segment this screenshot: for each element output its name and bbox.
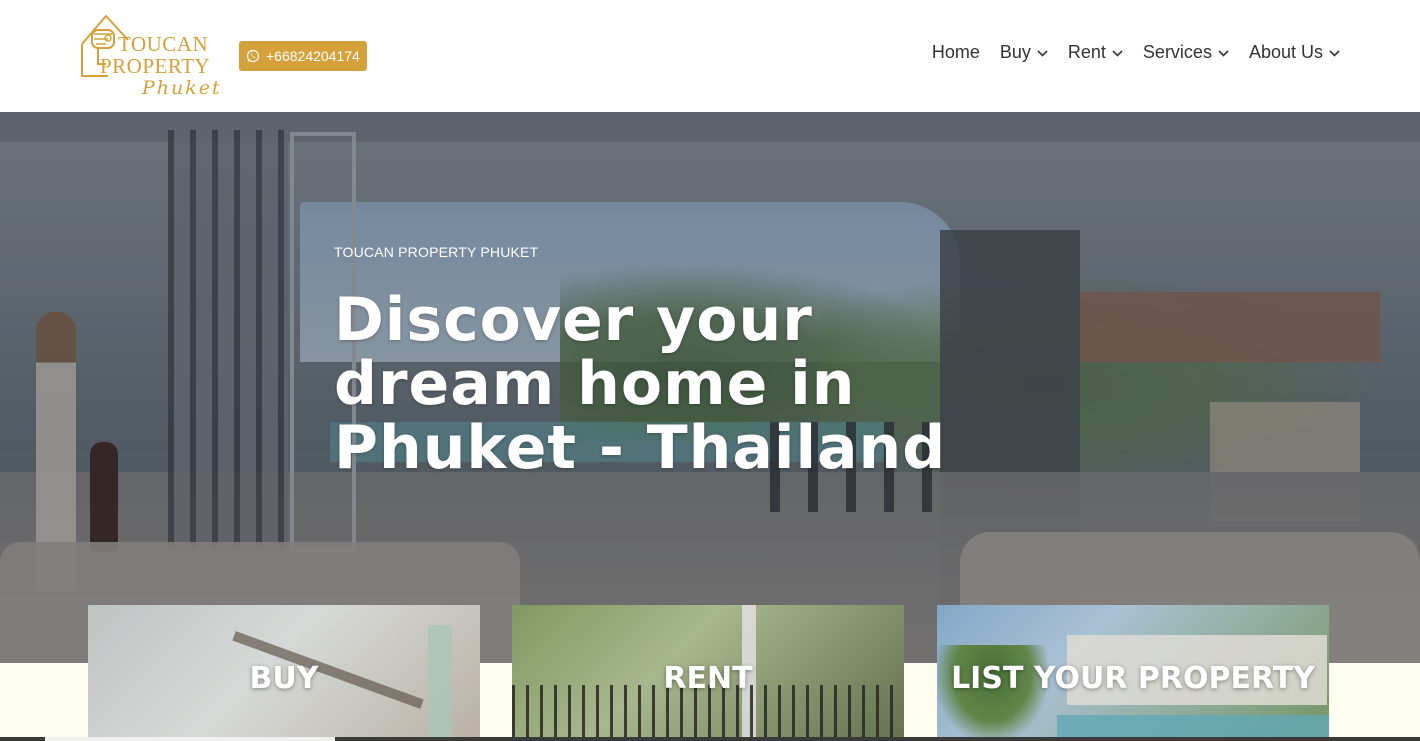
nav-item-about-us[interactable]: About Us bbox=[1249, 42, 1340, 63]
logo-text-property: PROPERTY bbox=[100, 54, 211, 78]
nav-item-label: About Us bbox=[1248, 42, 1323, 62]
whatsapp-phone-button[interactable]: +66824204174 bbox=[239, 41, 367, 71]
chevron-down-icon bbox=[1329, 50, 1340, 57]
nav-item-home[interactable]: Home bbox=[932, 42, 980, 63]
card-rent[interactable]: RENT bbox=[512, 605, 904, 741]
nav-item-label: Buy bbox=[999, 42, 1031, 62]
logo-text-phuket: Phuket bbox=[142, 77, 222, 99]
card-label: BUY bbox=[249, 661, 319, 696]
nav-item-services[interactable]: Services bbox=[1143, 42, 1229, 63]
nav-item-rent[interactable]: Rent bbox=[1068, 42, 1123, 63]
card-label: LIST YOUR PROPERTY bbox=[951, 661, 1315, 696]
bottom-strip bbox=[0, 737, 1420, 741]
chevron-down-icon bbox=[1112, 50, 1123, 57]
nav-item-label: Rent bbox=[1067, 42, 1106, 62]
nav-item-buy[interactable]: Buy bbox=[1000, 42, 1048, 63]
card-list-your-property[interactable]: LIST YOUR PROPERTY bbox=[937, 605, 1329, 741]
site-logo[interactable]: TOUCAN PROPERTY Phuket bbox=[78, 10, 220, 102]
bottom-strip-segment bbox=[45, 737, 335, 741]
site-header: TOUCAN PROPERTY Phuket +66824204174 Home… bbox=[0, 0, 1420, 112]
hero-section: TOUCAN PROPERTY PHUKET Discover your dre… bbox=[0, 112, 1420, 663]
nav-item-label: Home bbox=[931, 42, 980, 62]
card-label: RENT bbox=[663, 661, 753, 696]
whatsapp-icon bbox=[246, 49, 260, 63]
phone-number: +66824204174 bbox=[266, 48, 360, 64]
main-nav: Home Buy Rent Services About Us bbox=[932, 42, 1340, 63]
nav-item-label: Services bbox=[1142, 42, 1212, 62]
card-buy[interactable]: BUY bbox=[88, 605, 480, 741]
chevron-down-icon bbox=[1037, 50, 1048, 57]
chevron-down-icon bbox=[1218, 50, 1229, 57]
hero-eyebrow: TOUCAN PROPERTY PHUKET bbox=[334, 244, 539, 260]
hero-title: Discover your dream home in Phuket - Tha… bbox=[334, 285, 947, 483]
